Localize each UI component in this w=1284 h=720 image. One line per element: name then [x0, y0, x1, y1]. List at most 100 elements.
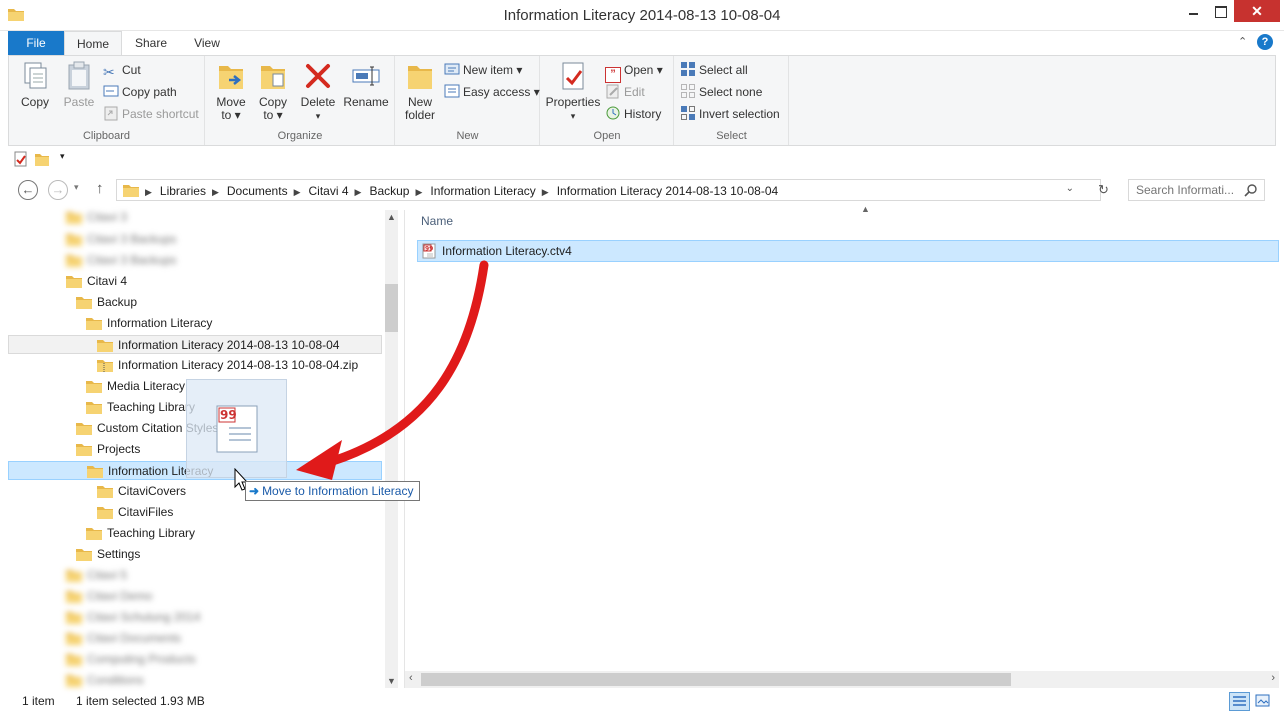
tree-item[interactable]: Citavi 3 Backups	[66, 230, 176, 249]
tree-item-backup-zip[interactable]: Information Literacy 2014-08-13 10-08-04…	[97, 356, 358, 375]
invert-selection-button[interactable]: Invert selection	[680, 104, 780, 124]
properties-icon[interactable]	[13, 151, 29, 167]
move-to-label: Move	[216, 95, 246, 109]
crumb-current[interactable]: Information Literacy 2014-08-13 10-08-04	[557, 184, 778, 198]
open-button[interactable]: ” Open ▾	[605, 60, 663, 83]
navigation-scrollbar[interactable]: ▲ ▼	[385, 210, 398, 688]
select-none-button[interactable]: Select none	[680, 82, 762, 102]
new-folder-button[interactable]: New folder	[402, 60, 438, 122]
edit-label: Edit	[624, 85, 645, 99]
drag-tooltip-text: Move to Information Literacy	[262, 484, 414, 498]
chevron-right-icon: ▶	[415, 187, 423, 197]
tree-item[interactable]: Citavi Schulung 2014	[66, 608, 200, 627]
tree-item[interactable]: Conditions	[66, 671, 144, 690]
organize-group: Move to ▾ Copy to ▾ Delete ▾ Rename Organ…	[206, 56, 395, 145]
crumb-libraries[interactable]: Libraries	[160, 184, 206, 198]
tab-file[interactable]: File	[8, 31, 64, 55]
scrollbar-thumb[interactable]	[385, 284, 398, 332]
copy-path-button[interactable]: Copy path	[103, 82, 177, 102]
folder-icon	[76, 549, 92, 561]
crumb-documents[interactable]: Documents	[227, 184, 288, 198]
move-to-button[interactable]: Move to ▾	[212, 60, 250, 122]
scroll-left-icon[interactable]: ‹	[409, 672, 413, 684]
address-bar[interactable]: ▶ Libraries ▶ Documents ▶ Citavi 4 ▶ Backup ▶ Inf…	[116, 179, 1101, 201]
tree-item-information-literacy-backup[interactable]: Information Literacy	[86, 314, 212, 333]
refresh-icon[interactable]: ↻	[1098, 182, 1109, 198]
selection-info: 1 item selected 1.93 MB	[76, 694, 205, 708]
tree-item-teaching-library[interactable]: Teaching Library	[86, 524, 195, 543]
collapse-ribbon-icon[interactable]: ⌃	[1238, 35, 1247, 48]
paste-button[interactable]: Paste	[59, 60, 99, 109]
folder-icon	[86, 402, 102, 414]
tree-item-backup-folder[interactable]: Information Literacy 2014-08-13 10-08-04	[8, 335, 382, 354]
history-button[interactable]: History	[605, 104, 661, 124]
tree-item-settings[interactable]: Settings	[76, 545, 140, 564]
paste-shortcut-button[interactable]: Paste shortcut	[103, 104, 199, 124]
file-row[interactable]: 99 Information Literacy.ctv4	[417, 240, 1279, 262]
new-item-button[interactable]: New item ▾	[444, 60, 522, 80]
details-view-button[interactable]	[1229, 692, 1250, 711]
tree-item[interactable]: Citavi 5	[66, 566, 127, 585]
back-button[interactable]: ←	[18, 180, 38, 200]
invert-selection-icon	[681, 106, 695, 120]
large-icons-view-button[interactable]	[1253, 692, 1274, 711]
tree-item-citavi-files[interactable]: CitaviFiles	[97, 503, 173, 522]
folder-icon	[123, 185, 139, 197]
tree-item[interactable]: Citavi 3	[66, 208, 127, 227]
close-button[interactable]: ✕	[1234, 0, 1280, 22]
properties-button[interactable]: Properties ▾	[545, 60, 601, 123]
help-icon[interactable]: ?	[1257, 34, 1273, 50]
crumb-citavi-4[interactable]: Citavi 4	[309, 184, 349, 198]
tree-item-label: Citavi 5	[87, 568, 128, 582]
tree-item[interactable]: Citavi Documents	[66, 629, 181, 648]
tree-item-backup[interactable]: Backup	[76, 293, 137, 312]
title-bar: Information Literacy 2014-08-13 10-08-04…	[0, 0, 1284, 31]
recent-locations-icon[interactable]: ▾	[74, 182, 79, 193]
scrollbar-thumb[interactable]	[421, 673, 1011, 686]
easy-access-button[interactable]: Easy access ▾	[444, 82, 540, 102]
delete-button[interactable]: Delete ▾	[298, 60, 338, 123]
scroll-down-icon[interactable]: ▼	[387, 676, 396, 686]
tree-item-citavi-covers[interactable]: CitaviCovers	[97, 482, 186, 501]
tree-item[interactable]: Computing Products	[66, 650, 196, 669]
scroll-right-icon[interactable]: ›	[1271, 672, 1275, 684]
tree-item-label: CitaviFiles	[118, 505, 174, 519]
tree-item[interactable]: Citavi 3 Backups	[66, 251, 176, 270]
tab-home[interactable]: Home	[64, 31, 122, 56]
select-all-button[interactable]: Select all	[680, 60, 748, 80]
horizontal-scrollbar[interactable]: ‹ ›	[405, 671, 1279, 688]
tree-item-citavi-4[interactable]: Citavi 4	[66, 272, 127, 291]
tree-item-projects[interactable]: Projects	[76, 440, 140, 459]
new-folder-icon[interactable]	[34, 151, 50, 167]
tab-view[interactable]: View	[182, 31, 232, 55]
quick-access-toolbar: ▾	[8, 148, 1276, 170]
maximize-button[interactable]	[1207, 0, 1233, 22]
folder-icon	[66, 633, 82, 645]
customize-toolbar-icon[interactable]: ▾	[60, 151, 65, 162]
chevron-down-icon[interactable]: ⌄	[1066, 183, 1074, 194]
copy-button[interactable]: Copy	[15, 60, 55, 109]
copy-to-button[interactable]: Copy to ▾	[254, 60, 292, 122]
cut-button[interactable]: ✂ Cut	[103, 60, 141, 80]
scroll-up-icon[interactable]: ▲	[387, 212, 396, 222]
folder-icon	[66, 234, 82, 246]
crumb-information-literacy[interactable]: Information Literacy	[430, 184, 535, 198]
tree-item[interactable]: Citavi Demo	[66, 587, 152, 606]
minimize-button[interactable]	[1180, 0, 1206, 22]
edit-button[interactable]: Edit	[605, 82, 645, 102]
chevron-right-icon: ▶	[354, 187, 362, 197]
search-box[interactable]	[1128, 179, 1265, 201]
drag-preview: 99	[186, 379, 287, 478]
tree-item-label: Teaching Library	[107, 400, 196, 414]
rename-button[interactable]: Rename	[342, 60, 390, 109]
tab-share[interactable]: Share	[125, 31, 177, 55]
column-header-name[interactable]: Name	[421, 214, 453, 228]
up-button[interactable]: ↑	[96, 180, 104, 197]
forward-button[interactable]: →	[48, 180, 68, 200]
crumb-backup[interactable]: Backup	[369, 184, 409, 198]
tree-item-teaching-library-backup[interactable]: Teaching Library	[86, 398, 195, 417]
easy-access-label: Easy access ▾	[463, 85, 540, 99]
search-input[interactable]	[1129, 180, 1241, 200]
tree-item-media-literacy[interactable]: Media Literacy	[86, 377, 185, 396]
rename-label: Rename	[343, 95, 389, 109]
